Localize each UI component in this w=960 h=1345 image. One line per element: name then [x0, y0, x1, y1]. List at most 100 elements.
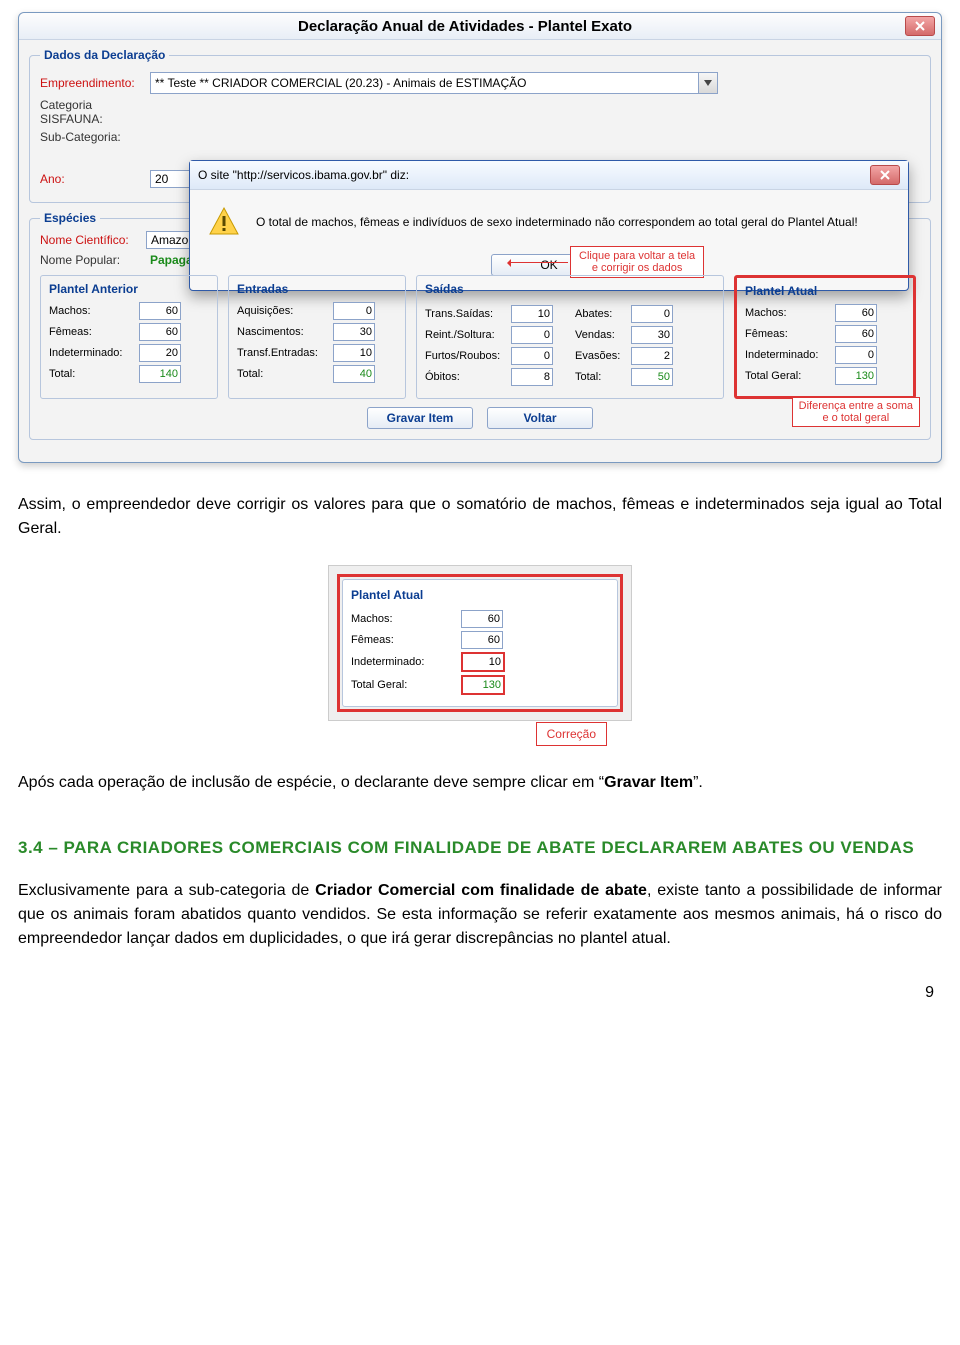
main-window: Declaração Anual de Atividades - Plantel…: [18, 12, 942, 463]
gravar-item-button[interactable]: Gravar Item: [367, 407, 473, 429]
callout-line2: e corrigir os dados: [579, 262, 695, 274]
l-at-indet: Indeterminado:: [745, 349, 835, 361]
legend-especies: Espécies: [40, 211, 100, 225]
sai-fr-input[interactable]: [511, 347, 553, 365]
label-empreendimento: Empreendimento:: [40, 76, 150, 90]
group-entradas: Entradas Aquisições: Nascimentos: Transf…: [228, 275, 406, 399]
label-subcategoria: Sub-Categoria:: [40, 130, 150, 144]
mini-l-machos: Machos:: [351, 611, 461, 628]
l-stotal: Total:: [575, 371, 631, 383]
callout-correcao: Correção: [536, 722, 607, 746]
l-fr: Furtos/Roubos:: [425, 350, 511, 362]
ent-trans-input[interactable]: [333, 344, 375, 362]
p2-c: ”.: [693, 774, 703, 791]
label-ant-total: Total:: [49, 368, 139, 380]
mini-title: Plantel Atual: [351, 586, 609, 604]
l-ab: Abates:: [575, 308, 631, 320]
sai-ab-input[interactable]: [631, 305, 673, 323]
mini-machos-input[interactable]: [461, 610, 503, 628]
sai-ev-input[interactable]: [631, 347, 673, 365]
label-nome-cientifico: Nome Científico:: [40, 233, 140, 247]
page-number: 9: [18, 981, 942, 1005]
ano-input[interactable]: [150, 170, 190, 188]
callout-difference: Diferença entre a soma e o total geral: [792, 397, 920, 427]
empreendimento-value: ** Teste ** CRIADOR COMERCIAL (20.23) - …: [155, 76, 526, 90]
label-ant-indet: Indeterminado:: [49, 347, 139, 359]
paragraph-2: Após cada operação de inclusão de espéci…: [18, 771, 942, 795]
diff-line2: e o total geral: [799, 412, 913, 424]
title-saidas: Saídas: [425, 282, 715, 296]
p3-b: Criador Comercial com finalidade de abat…: [315, 882, 647, 899]
group-plantel-anterior: Plantel Anterior Machos: Fêmeas: Indeter…: [40, 275, 218, 399]
l-at-machos: Machos:: [745, 307, 835, 319]
sai-total-input: [631, 368, 673, 386]
mini-total-input: [461, 675, 505, 695]
callout-arrow: [508, 262, 568, 263]
at-indet-input[interactable]: [835, 346, 877, 364]
sai-ve-input[interactable]: [631, 326, 673, 344]
at-machos-input[interactable]: [835, 304, 877, 322]
mini-l-total: Total Geral:: [351, 677, 461, 694]
label-categoria: Categoria SISFAUNA:: [40, 98, 150, 126]
heading-3-4: 3.4 – PARA CRIADORES COMERCIAIS COM FINA…: [18, 835, 942, 861]
dialog-title: O site "http://servicos.ibama.gov.br" di…: [198, 168, 870, 182]
at-femeas-input[interactable]: [835, 325, 877, 343]
paragraph-3: Exclusivamente para a sub-categoria de C…: [18, 879, 942, 951]
group-saidas: Saídas Trans.Saídas: Reint./Soltura: Fur…: [416, 275, 724, 399]
dialog-close-button[interactable]: [870, 165, 900, 185]
ent-nasc-input[interactable]: [333, 323, 375, 341]
mini-l-femeas: Fêmeas:: [351, 632, 461, 649]
sai-rs-input[interactable]: [511, 326, 553, 344]
window-close-button[interactable]: [905, 16, 935, 36]
label-ano: Ano:: [40, 172, 150, 186]
window-title: Declaração Anual de Atividades - Plantel…: [25, 18, 905, 35]
title-anterior: Plantel Anterior: [49, 282, 209, 296]
l-ev: Evasões:: [575, 350, 631, 362]
alert-dialog: O site "http://servicos.ibama.gov.br" di…: [189, 160, 909, 291]
title-entradas: Entradas: [237, 282, 397, 296]
l-ts: Trans.Saídas:: [425, 308, 511, 320]
label-nome-popular: Nome Popular:: [40, 253, 140, 267]
voltar-button[interactable]: Voltar: [487, 407, 593, 429]
close-icon: [915, 21, 925, 31]
l-at-femeas: Fêmeas:: [745, 328, 835, 340]
close-icon: [880, 170, 890, 180]
ant-machos-input[interactable]: [139, 302, 181, 320]
ant-indet-input[interactable]: [139, 344, 181, 362]
dialog-message: O total de machos, fêmeas e indivíduos d…: [256, 215, 890, 229]
at-total-input: [835, 367, 877, 385]
sai-ts-input[interactable]: [511, 305, 553, 323]
ant-femeas-input[interactable]: [139, 323, 181, 341]
p2-b: Gravar Item: [604, 774, 693, 791]
legend-dados: Dados da Declaração: [40, 48, 169, 62]
title-atual: Plantel Atual: [745, 284, 905, 298]
mini-l-indet: Indeterminado:: [351, 654, 461, 671]
chevron-down-icon: [698, 73, 717, 93]
sai-ob-input[interactable]: [511, 368, 553, 386]
ent-total-input: [333, 365, 375, 383]
label-ent-trans: Transf.Entradas:: [237, 347, 333, 359]
l-at-total: Total Geral:: [745, 370, 835, 382]
mini-femeas-input[interactable]: [461, 631, 503, 649]
mini-indet-input[interactable]: [461, 652, 505, 672]
label-ant-machos: Machos:: [49, 305, 139, 317]
l-ob: Óbitos:: [425, 371, 511, 383]
empreendimento-select[interactable]: ** Teste ** CRIADOR COMERCIAL (20.23) - …: [150, 72, 718, 94]
label-ent-total: Total:: [237, 368, 333, 380]
l-ve: Vendas:: [575, 329, 631, 341]
label-ent-nasc: Nascimentos:: [237, 326, 333, 338]
group-plantel-atual: Plantel Atual Machos: Fêmeas: Indetermin…: [734, 275, 916, 399]
label-ant-femeas: Fêmeas:: [49, 326, 139, 338]
warning-icon: [208, 206, 240, 238]
l-rs: Reint./Soltura:: [425, 329, 511, 341]
p2-a: Após cada operação de inclusão de espéci…: [18, 774, 604, 791]
ent-aqui-input[interactable]: [333, 302, 375, 320]
window-titlebar: Declaração Anual de Atividades - Plantel…: [19, 13, 941, 40]
ant-total-input: [139, 365, 181, 383]
callout-ok-hint: Clique para voltar a tela e corrigir os …: [570, 246, 704, 278]
label-ent-aqui: Aquisições:: [237, 305, 333, 317]
mini-screenshot: Plantel Atual Machos: Fêmeas: Indetermin…: [328, 565, 632, 721]
paragraph-1: Assim, o empreendedor deve corrigir os v…: [18, 493, 942, 541]
diff-line1: Diferença entre a soma: [799, 400, 913, 412]
callout-line1: Clique para voltar a tela: [579, 250, 695, 262]
